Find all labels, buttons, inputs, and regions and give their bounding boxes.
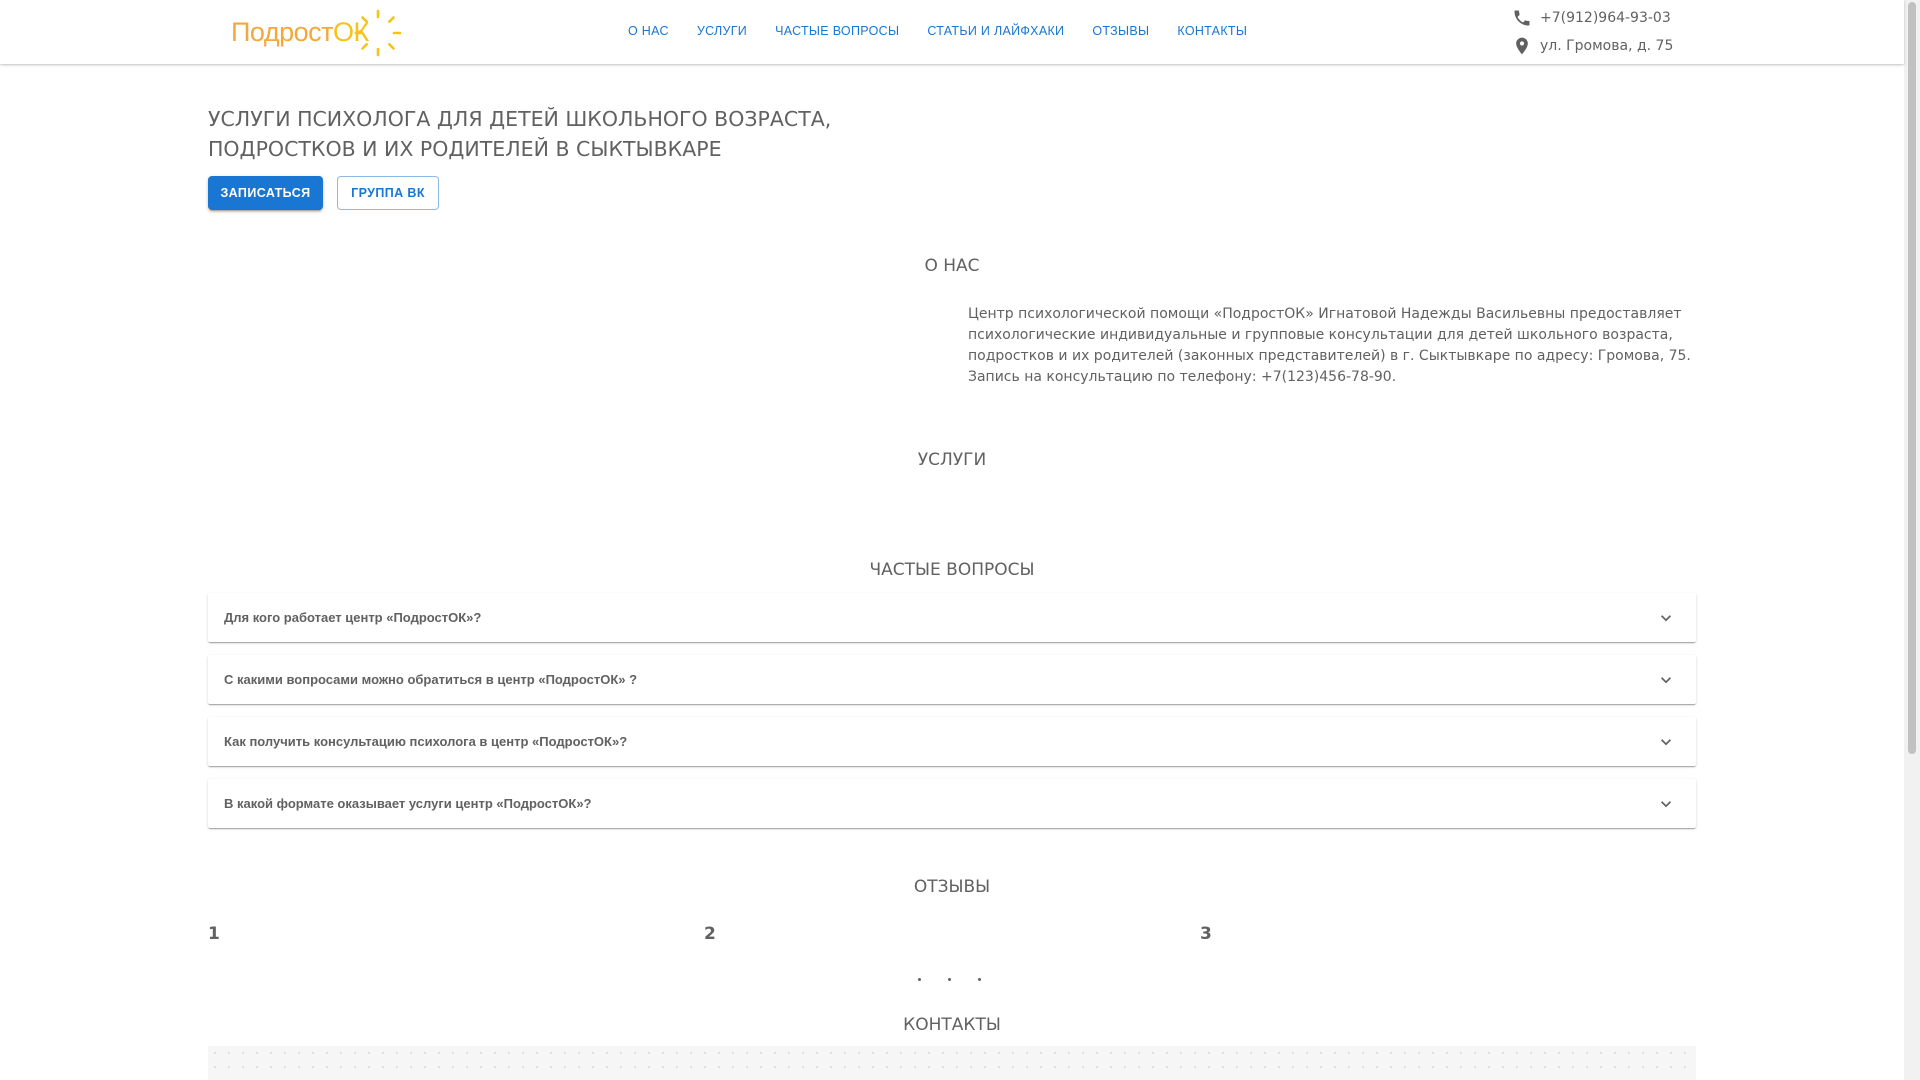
hero-title-line-2: ПОДРОСТКОВ И ИХ РОДИТЕЛЕЙ В СЫКТЫВКАРЕ xyxy=(208,137,722,161)
nav-contacts[interactable]: КОНТАКТЫ xyxy=(1163,0,1261,62)
address-text: ул. Громова, д. 75 xyxy=(1540,38,1674,54)
about-text: Центр психологической помощи «ПодростОК»… xyxy=(968,306,1691,385)
carousel-dot-3[interactable] xyxy=(978,978,981,981)
review-card: 3 xyxy=(1200,924,1212,944)
faq-item[interactable]: Для кого работает центр «ПодростОК»? xyxy=(208,593,1696,642)
chevron-down-icon xyxy=(1661,800,1671,807)
main-nav: О НАС УСЛУГИ ЧАСТЫЕ ВОПРОСЫ СТАТЬИ И ЛАЙ… xyxy=(614,0,1261,62)
nav-faq[interactable]: ЧАСТЫЕ ВОПРОСЫ xyxy=(761,0,913,62)
carousel-dots xyxy=(918,978,1008,981)
header-phone[interactable]: +7(912)964-93-03 xyxy=(1512,8,1671,28)
nav-services[interactable]: УСЛУГИ xyxy=(683,0,761,62)
signup-button[interactable]: ЗАПИСАТЬСЯ xyxy=(208,176,323,210)
nav-articles[interactable]: СТАТЬИ И ЛАЙФХАКИ xyxy=(913,0,1078,62)
contacts-title: КОНТАКТЫ xyxy=(903,1015,1001,1035)
chevron-down-icon xyxy=(1661,614,1671,621)
faq-question: Для кого работает центр «ПодростОК»? xyxy=(224,610,482,625)
nav-reviews[interactable]: ОТЗЫВЫ xyxy=(1078,0,1163,62)
sun-icon xyxy=(354,9,402,56)
carousel-dot-1[interactable] xyxy=(918,978,921,981)
faq-item[interactable]: С какими вопросами можно обратиться в це… xyxy=(208,655,1696,704)
faq-question: Как получить консультацию психолога в це… xyxy=(224,734,628,749)
about-title: О НАС xyxy=(924,256,980,276)
faq-question: В какой формате оказывает услуги центр «… xyxy=(224,796,592,811)
faq-item[interactable]: В какой формате оказывает услуги центр «… xyxy=(208,779,1696,828)
faq-item[interactable]: Как получить консультацию психолога в це… xyxy=(208,717,1696,766)
review-card: 1 xyxy=(208,924,220,944)
chevron-down-icon xyxy=(1661,738,1671,745)
reviews-carousel: 1 2 3 xyxy=(208,924,1696,944)
header-address[interactable]: ул. Громова, д. 75 xyxy=(1512,36,1673,56)
faq-list: Для кого работает центр «ПодростОК»? С к… xyxy=(208,593,1696,841)
logo-text: Подрост xyxy=(231,16,333,47)
logo[interactable]: Подрост ОК xyxy=(231,9,402,56)
review-card: 2 xyxy=(704,924,716,944)
nav-about[interactable]: О НАС xyxy=(614,0,683,62)
logo-accent: ОК xyxy=(333,9,402,56)
reviews-title: ОТЗЫВЫ xyxy=(913,877,991,897)
phone-text: +7(912)964-93-03 xyxy=(1540,10,1671,26)
phone-icon xyxy=(1514,10,1530,26)
scrollbar-thumb[interactable] xyxy=(1908,2,1916,754)
faq-question: С какими вопросами можно обратиться в це… xyxy=(224,672,638,687)
site-header: Подрост ОК О НАС УСЛУГИ ЧАСТЫЕ ВОПРОСЫ С… xyxy=(0,0,1904,64)
hero-title: УСЛУГИ ПСИХОЛОГА ДЛЯ ДЕТЕЙ ШКОЛЬНОГО ВОЗ… xyxy=(208,104,908,164)
page-scrollbar[interactable] xyxy=(1904,0,1920,1080)
services-title: УСЛУГИ xyxy=(917,450,987,470)
faq-title: ЧАСТЫЕ ВОПРОСЫ xyxy=(869,560,1035,580)
vk-group-button[interactable]: ГРУППА ВК xyxy=(337,176,439,210)
contacts-map[interactable] xyxy=(208,1046,1696,1080)
chevron-down-icon xyxy=(1661,676,1671,683)
map-pin-icon xyxy=(1516,37,1528,55)
hero-title-line-1: УСЛУГИ ПСИХОЛОГА ДЛЯ ДЕТЕЙ ШКОЛЬНОГО ВОЗ… xyxy=(208,107,832,131)
carousel-dot-2[interactable] xyxy=(948,978,951,981)
